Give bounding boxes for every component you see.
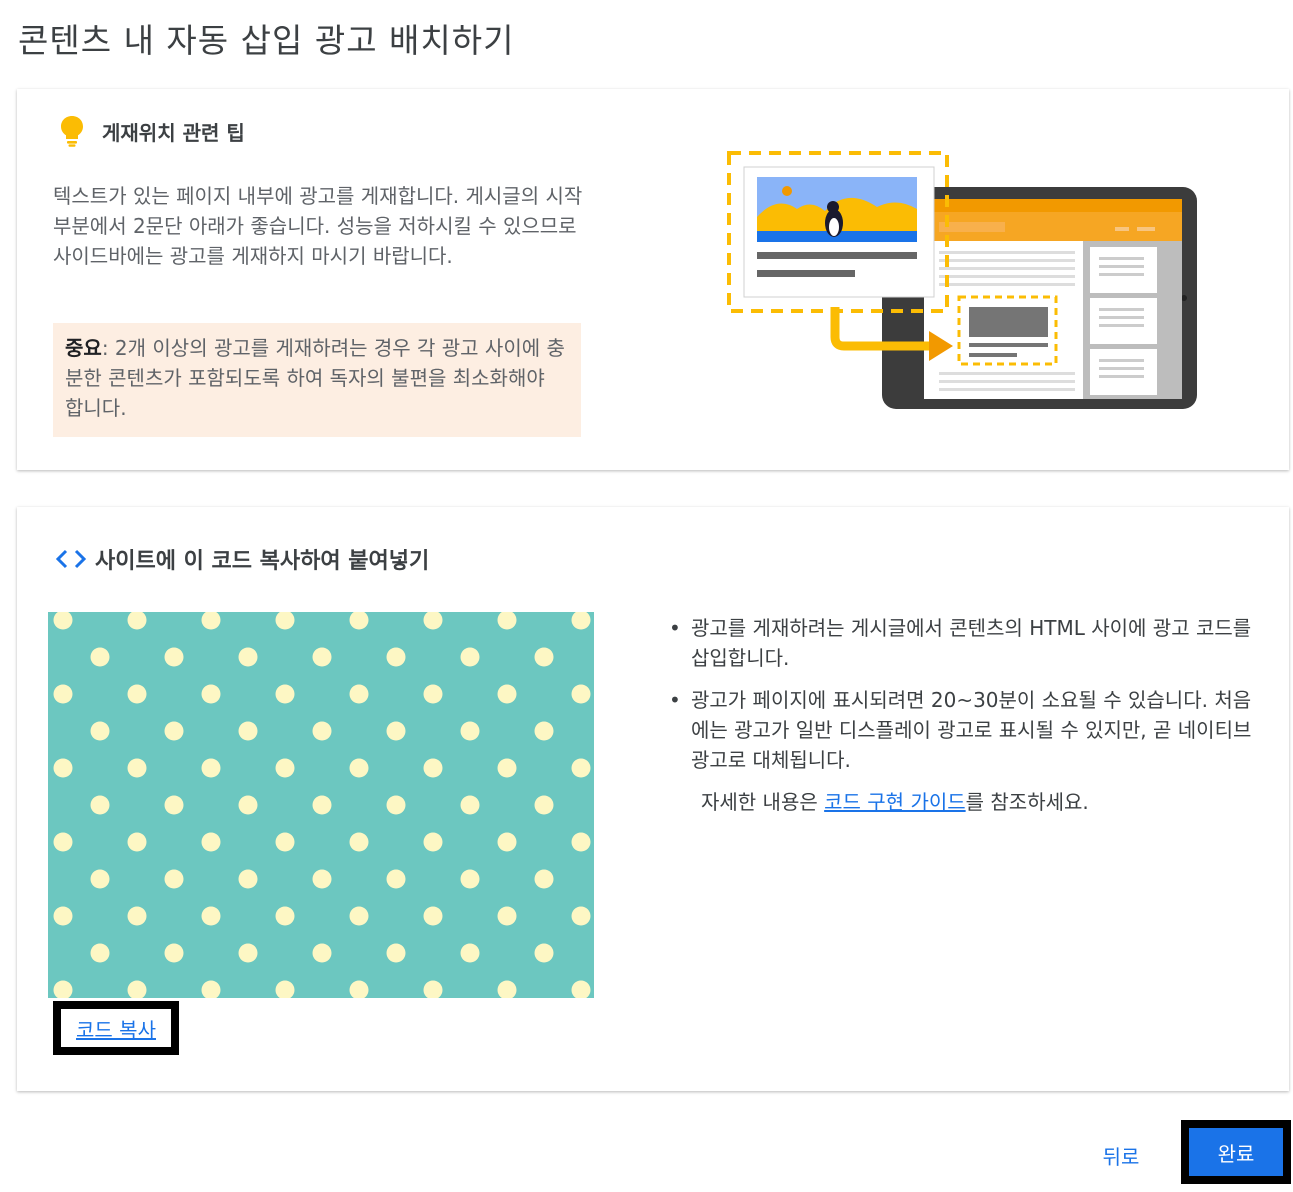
lightbulb-icon bbox=[61, 116, 83, 147]
code-brackets-icon bbox=[55, 549, 87, 569]
code-header: 사이트에 이 코드 복사하여 붙여넣기 bbox=[55, 543, 429, 575]
in-article-ad-illustration bbox=[727, 151, 1197, 409]
bullet-icon: • bbox=[669, 688, 681, 712]
code-title: 사이트에 이 코드 복사하여 붙여넣기 bbox=[95, 549, 430, 574]
tip-header: 게재위치 관련 팁 bbox=[59, 115, 245, 147]
notice-text: : 2개 이상의 광고를 게재하려는 경우 각 광고 사이에 충분한 콘텐츠가 … bbox=[65, 336, 565, 420]
bullet-icon: • bbox=[669, 616, 681, 640]
instruction-item: • 광고가 페이지에 표시되려면 20~30분이 소요될 수 있습니다. 처음에… bbox=[667, 685, 1267, 775]
implementation-guide-link[interactable]: 코드 구현 가이드 bbox=[824, 790, 966, 814]
page-title: 콘텐츠 내 자동 삽입 광고 배치하기 bbox=[18, 21, 515, 60]
important-notice: 중요: 2개 이상의 광고를 게재하려는 경우 각 광고 사이에 충분한 콘텐츠… bbox=[53, 323, 581, 437]
done-button[interactable]: 완료 bbox=[1181, 1120, 1291, 1184]
instruction-text: 광고를 게재하려는 게시글에서 콘텐츠의 HTML 사이에 광고 코드를 삽입합… bbox=[691, 616, 1252, 670]
more-info-text: 자세한 내용은 코드 구현 가이드를 참조하세요. bbox=[701, 787, 1089, 817]
instruction-text: 광고가 페이지에 표시되려면 20~30분이 소요될 수 있습니다. 처음에는 … bbox=[691, 688, 1252, 772]
copy-code-button[interactable]: 코드 복사 bbox=[53, 1001, 179, 1055]
more-info-prefix: 자세한 내용은 bbox=[701, 790, 825, 814]
tip-body: 텍스트가 있는 페이지 내부에 광고를 게재합니다. 게시글의 시작 부분에서 … bbox=[53, 184, 583, 268]
tip-title: 게재위치 관련 팁 bbox=[102, 120, 245, 145]
notice-strong-label: 중요 bbox=[65, 336, 102, 360]
placement-tip-card: 게재위치 관련 팁 텍스트가 있는 페이지 내부에 광고를 게재합니다. 게시글… bbox=[17, 89, 1289, 470]
instruction-item: • 광고를 게재하려는 게시글에서 콘텐츠의 HTML 사이에 광고 코드를 삽… bbox=[667, 613, 1267, 673]
code-snippet-card: 사이트에 이 코드 복사하여 붙여넣기 코드 복사 • 광고를 게재하려는 게시… bbox=[17, 507, 1289, 1091]
copy-code-label: 코드 복사 bbox=[76, 1017, 156, 1042]
instructions-list: • 광고를 게재하려는 게시글에서 콘텐츠의 HTML 사이에 광고 코드를 삽… bbox=[667, 613, 1267, 787]
ad-code-preview bbox=[48, 612, 594, 998]
more-info-suffix: 를 참조하세요. bbox=[965, 790, 1089, 814]
back-button[interactable]: 뒤로 bbox=[1082, 1128, 1160, 1182]
